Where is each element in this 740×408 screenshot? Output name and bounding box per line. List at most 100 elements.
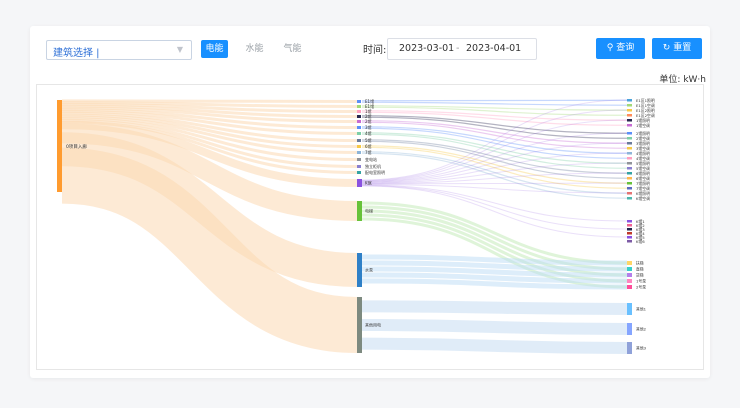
sankey-node-l2-7: [357, 139, 361, 142]
date-separator: -: [456, 43, 460, 54]
sankey-link-l2-16-31: [361, 300, 628, 315]
sankey-label-l3-28: 货梯: [636, 273, 644, 278]
sankey-label-l3-30: 2号泵: [636, 285, 646, 290]
tab-electric[interactable]: 电能: [201, 40, 228, 58]
sankey-label-l3-25: K馆6: [636, 239, 645, 244]
sankey-node-l3-21: [627, 224, 632, 227]
tab-gas[interactable]: 气能: [279, 40, 306, 58]
sankey-label-l3-5: 1馆空调: [636, 123, 650, 128]
sankey-node-l3-5: [627, 124, 632, 127]
sankey-node-l2-16: [357, 297, 362, 353]
sankey-node-l3-16: [627, 182, 632, 185]
sankey-node-l2-5: [357, 126, 361, 129]
sankey-node-l1-0: [57, 100, 62, 192]
sankey-label-l2-8: 6馆: [365, 143, 372, 149]
sankey-node-l3-9: [627, 147, 632, 150]
sankey-node-l3-13: [627, 167, 632, 170]
sankey-label-l1-0: 0项目入廊: [66, 143, 87, 150]
chevron-down-icon: ▼: [176, 45, 183, 54]
sankey-node-l2-13: [357, 179, 362, 187]
sankey-node-l3-24: [627, 236, 632, 239]
sankey-node-l3-22: [627, 228, 632, 231]
sankey-node-l2-6: [357, 132, 361, 135]
sankey-label-l3-33: 其他3: [636, 346, 647, 351]
sankey-node-l3-29: [627, 279, 632, 283]
sankey-node-l3-7: [627, 137, 632, 140]
building-select[interactable]: 建筑选择 | ▼: [46, 40, 192, 60]
sankey-label-l2-12: 配电室照明: [365, 169, 385, 175]
sankey-node-l3-15: [627, 177, 632, 180]
sankey-node-l3-8: [627, 142, 632, 145]
sankey-node-l3-1: [627, 104, 632, 107]
sankey-node-l2-8: [357, 145, 361, 148]
sankey-node-l3-10: [627, 152, 632, 155]
sankey-link-l2-16-32: [361, 319, 628, 335]
sankey-link-l2-13-20: [361, 184, 628, 222]
sankey-link-l2-0-0: [361, 99, 628, 102]
sankey-node-l2-4: [357, 120, 361, 123]
sankey-node-l3-6: [627, 132, 632, 135]
sankey-label-l3-27: 直梯: [636, 267, 644, 272]
sankey-node-l3-11: [627, 157, 632, 160]
sankey-node-l2-9: [357, 151, 361, 154]
sankey-label-l2-9: 7馆: [365, 149, 372, 155]
sankey-label-l2-7: 5馆: [365, 137, 372, 143]
sankey-node-l3-18: [627, 192, 632, 195]
sankey-node-l2-12: [357, 171, 361, 174]
sankey-node-l3-14: [627, 172, 632, 175]
sankey-label-l3-31: 其他1: [636, 307, 647, 312]
sankey-node-l3-32: [627, 323, 632, 335]
sankey-node-l3-23: [627, 232, 632, 235]
sankey-node-l3-12: [627, 162, 632, 165]
query-button[interactable]: ⚲ 查询: [596, 38, 645, 59]
search-icon: ⚲: [606, 43, 614, 53]
sankey-node-l3-28: [627, 273, 632, 277]
date-range-picker[interactable]: 2023-03-01 - 2023-04-01: [387, 38, 537, 60]
date-end: 2023-04-01: [466, 43, 522, 54]
sankey-label-l2-11: 独立柜机: [365, 163, 381, 169]
sankey-node-l2-11: [357, 165, 361, 168]
tab-water[interactable]: 水能: [241, 40, 268, 58]
sankey-label-l3-32: 其他2: [636, 327, 647, 332]
sankey-node-l3-0: [627, 99, 632, 102]
query-button-label: 查询: [616, 43, 635, 53]
sankey-label-l3-19: K馆空调: [636, 196, 650, 201]
sankey-label-l2-15: 水泵: [365, 267, 373, 273]
sankey-svg: 0项目入廊E1馆E1馆1馆2馆2馆3馆4馆5馆6馆7馆变电站独立柜机配电室照明K…: [57, 98, 655, 354]
date-start: 2023-03-01: [399, 43, 455, 54]
sankey-node-l3-20: [627, 220, 632, 223]
sankey-node-l2-15: [357, 253, 362, 287]
sankey-node-l3-25: [627, 240, 632, 243]
sankey-link-l2-13-24: [361, 185, 628, 238]
sankey-node-l3-2: [627, 109, 632, 112]
sankey-label-l3-26: 扶梯: [636, 261, 644, 266]
reset-button[interactable]: ↻ 重置: [652, 38, 702, 59]
sankey-node-l3-30: [627, 285, 632, 289]
sankey-label-l2-6: 4馆: [365, 130, 372, 136]
sankey-label-l2-14: 电梯: [365, 208, 373, 214]
sankey-node-l2-14: [357, 201, 362, 221]
sankey-link-l2-6-13: [361, 133, 628, 169]
energy-flow-card: 建筑选择 | ▼ 电能 水能 气能 时间: 2023-03-01 - 2023-…: [30, 26, 710, 378]
sankey-label-l3-29: 1号泵: [636, 279, 646, 284]
building-select-value: 建筑选择 |: [53, 48, 100, 59]
time-label: 时间:: [363, 45, 387, 56]
sankey-node-l2-10: [357, 158, 361, 161]
sankey-label-l2-10: 变电站: [365, 156, 377, 162]
sankey-node-l2-3: [357, 115, 361, 118]
sankey-node-l3-33: [627, 342, 632, 354]
sankey-link-l2-13-2: [361, 109, 628, 181]
sankey-node-l3-26: [627, 261, 632, 265]
sankey-link-l2-16-33: [361, 337, 628, 354]
sankey-label-l2-4: 2馆: [365, 118, 372, 124]
sankey-node-l3-31: [627, 303, 632, 315]
refresh-icon: ↻: [662, 43, 671, 53]
sankey-label-l2-13: K馆: [365, 180, 372, 186]
sankey-node-l2-2: [357, 110, 361, 113]
sankey-chart: 0项目入廊 E1馆 E1馆 1馆 2馆 2馆 3馆 4馆 5馆 6馆 7馆 变电站 独立柜机 配电室照明 K…: [36, 84, 704, 370]
reset-button-label: 重置: [673, 43, 692, 53]
sankey-node-l2-0: [357, 100, 361, 103]
sankey-node-l3-3: [627, 114, 632, 117]
sankey-node-l2-1: [357, 105, 361, 108]
sankey-node-l3-17: [627, 187, 632, 190]
